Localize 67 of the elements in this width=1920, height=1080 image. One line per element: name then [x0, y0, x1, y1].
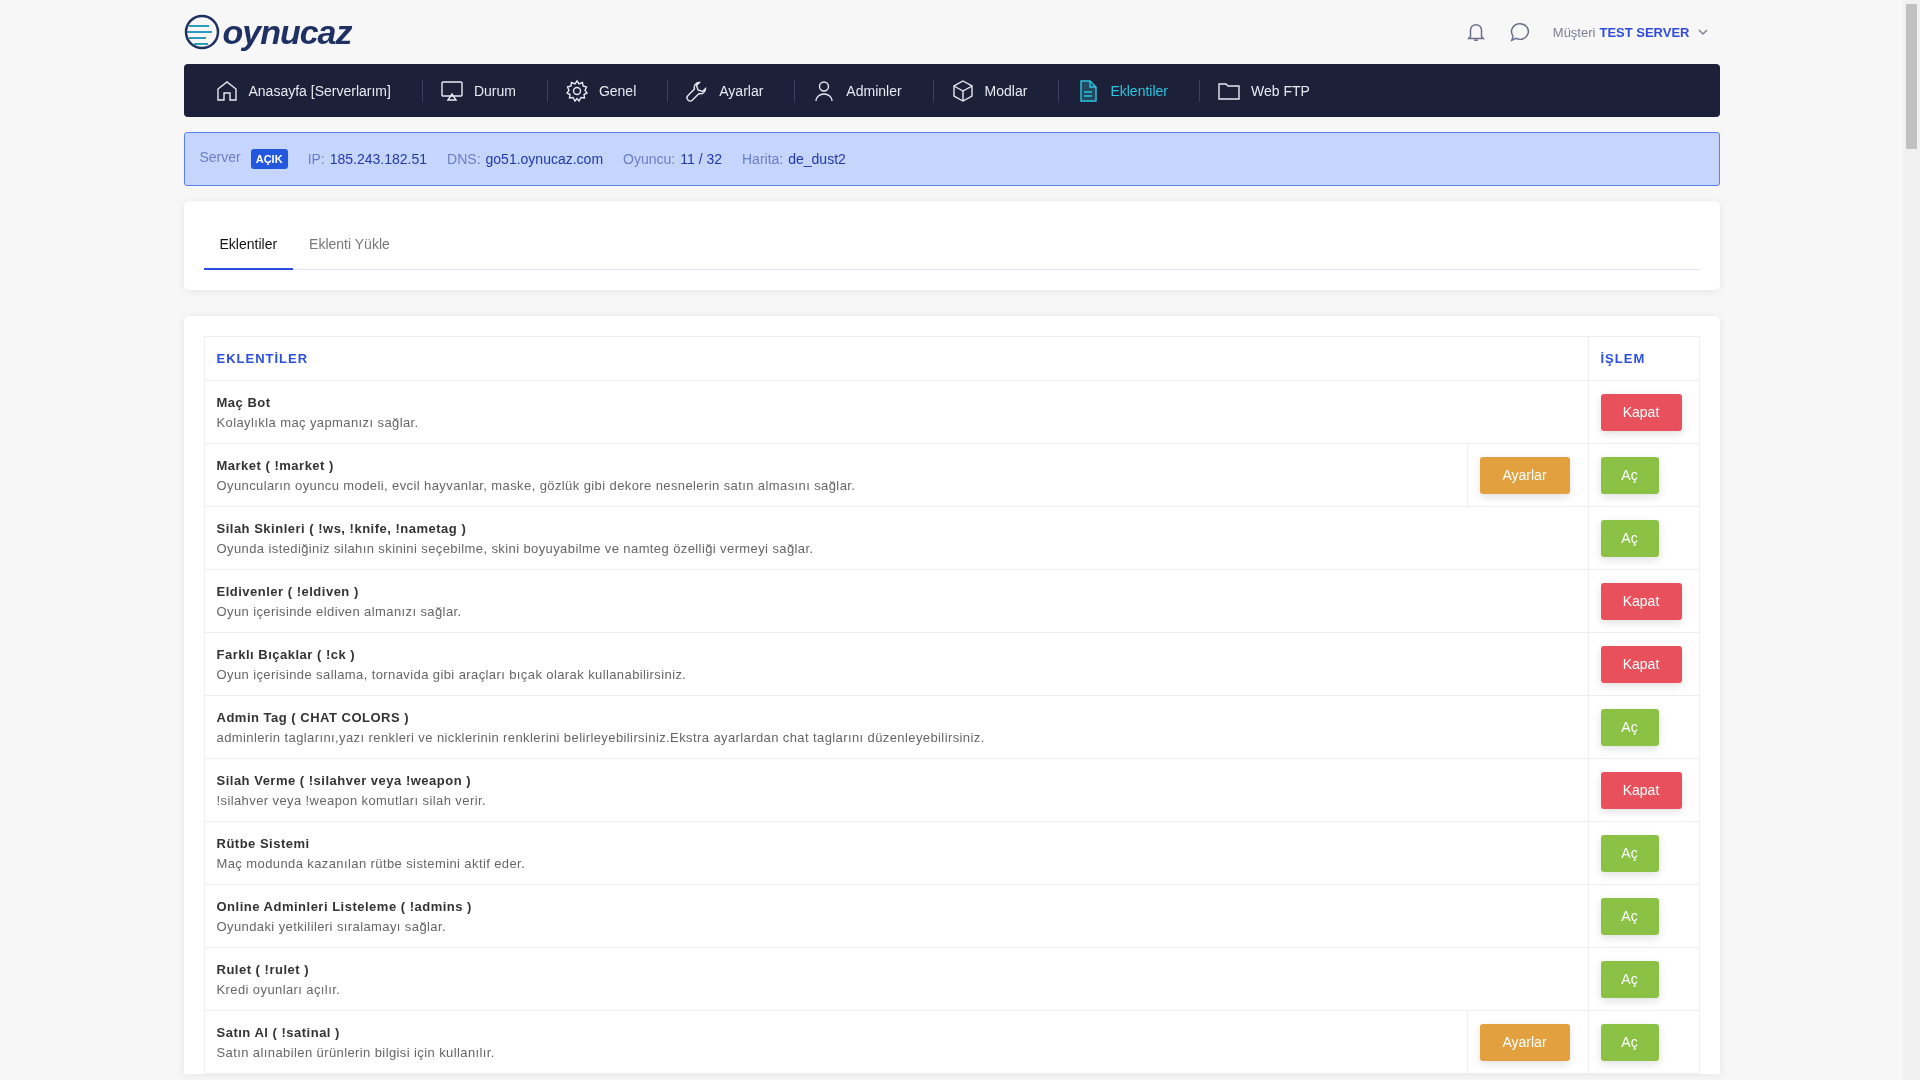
info-value: 11 / 32: [680, 151, 722, 167]
plugin-description: Oyuncuların oyuncu modeli, evcil hayvanlar, maske, gözlük gibi dekore nesnelerin satın almasını sağlar.: [216, 477, 857, 493]
nav-item[interactable]: Genel: [547, 78, 668, 103]
chevron-down-icon: [1697, 27, 1708, 37]
info-value: go51.oynucaz.com: [485, 151, 604, 167]
plugin-name: Online Adminleri Listeleme ( !admins ): [216, 898, 473, 914]
plugin-description: Maç modunda kazanılan rütbe sistemini aktif eder.: [216, 855, 527, 871]
plugin-name: Silah Skinleri ( !ws, !knife, !nametag ): [216, 520, 468, 536]
chat-bubble-icon[interactable]: [1508, 21, 1531, 43]
plugin-description: adminlerin taglarını,yazı renkleri ve nicklerinin renklerini belirleyebilirsiniz.Ekstra ayarlardan chat taglarını düzenleyebilirsiniz.: [216, 729, 986, 745]
plugin-name: Rütbe Sistemi: [216, 835, 311, 851]
nav-item[interactable]: Eklentiler: [1059, 78, 1199, 103]
globe-logo-icon: [183, 14, 220, 50]
plugin-description: Satın alınabilen ürünlerin bilgisi için kullanılır.: [216, 1044, 496, 1060]
nav-item[interactable]: Ayarlar: [668, 78, 795, 103]
plugin-description: !silahver veya !weapon komutları silah verir.: [216, 792, 487, 808]
plugin-name: Silah Verme ( !silahver veya !weapon ): [216, 772, 473, 788]
close-button[interactable]: Kapat: [1600, 645, 1682, 683]
tab[interactable]: Eklenti Yükle: [293, 221, 406, 270]
open-button[interactable]: Aç: [1600, 456, 1659, 494]
column-header: EKLENTİLER: [204, 336, 1588, 381]
nav-item[interactable]: Anasayfa [Serverlarım]: [197, 78, 422, 103]
plugin-description: Kredi oyunları açılır.: [216, 981, 342, 997]
plugin-name: Satın Al ( !satinal ): [216, 1024, 341, 1040]
plugin-name: Eldivenler ( !eldiven ): [216, 583, 360, 599]
info-value: 185.243.182.51: [329, 151, 428, 167]
scrollbar[interactable]: [1903, 0, 1920, 1080]
close-button[interactable]: Kapat: [1600, 393, 1682, 431]
monitor-icon: [439, 78, 464, 103]
plugin-description: Oyunda istediğiniz silahın skinini seçebilme, skini boyuyabilme ve namteg özelliği vermeyi sağlar.: [216, 540, 815, 556]
settings-button[interactable]: Ayarlar: [1479, 456, 1570, 494]
settings-button[interactable]: Ayarlar: [1479, 1023, 1570, 1061]
nav-item[interactable]: Web FTP: [1200, 78, 1341, 103]
info-label: Harita:: [742, 151, 784, 167]
nav-item[interactable]: Adminler: [795, 78, 933, 103]
plugin-name: Admin Tag ( CHAT COLORS ): [216, 709, 411, 725]
plugin-name: Market ( !market ): [216, 457, 335, 473]
info-label: Oyuncu:: [623, 151, 676, 167]
close-button[interactable]: Kapat: [1600, 582, 1682, 620]
open-button[interactable]: Aç: [1600, 960, 1659, 998]
plugin-description: Oyundaki yetkilileri sıralamayı sağlar.: [216, 918, 447, 934]
open-button[interactable]: Aç: [1600, 897, 1659, 935]
column-header: İŞLEM: [1588, 336, 1699, 381]
nav-item[interactable]: Durum: [422, 78, 547, 103]
status-badge: AÇIK: [250, 149, 288, 169]
open-button[interactable]: Aç: [1600, 708, 1659, 746]
info-value: de_dust2: [788, 151, 846, 167]
plugin-name: Farklı Bıçaklar ( !ck ): [216, 646, 357, 662]
nav-item[interactable]: Modlar: [933, 78, 1059, 103]
account-menu[interactable]: Müşteri TEST SERVER: [1552, 24, 1708, 40]
tab[interactable]: Eklentiler: [203, 221, 294, 270]
server-label: Server: [199, 149, 241, 167]
plugin-name: Maç Bot: [216, 394, 272, 410]
plugin-description: Oyun içerisinde sallama, tornavida gibi araçları bıçak olarak kullanabilirsiniz.: [216, 666, 688, 682]
logo-text[interactable]: oynucaz: [222, 12, 352, 52]
cube-icon: [950, 78, 975, 103]
house-icon: [214, 78, 239, 103]
plugin-name: Rulet ( !rulet ): [216, 961, 310, 977]
gear-icon: [564, 78, 589, 103]
plugin-description: Kolaylıkla maç yapmanızı sağlar.: [216, 414, 420, 430]
close-button[interactable]: Kapat: [1600, 771, 1682, 809]
info-label: IP:: [307, 151, 325, 167]
open-button[interactable]: Aç: [1600, 1023, 1659, 1061]
open-button[interactable]: Aç: [1600, 519, 1659, 557]
plugin-description: Oyun içerisinde eldiven almanızı sağlar.: [216, 603, 463, 619]
info-label: DNS:: [447, 151, 481, 167]
open-button[interactable]: Aç: [1600, 834, 1659, 872]
